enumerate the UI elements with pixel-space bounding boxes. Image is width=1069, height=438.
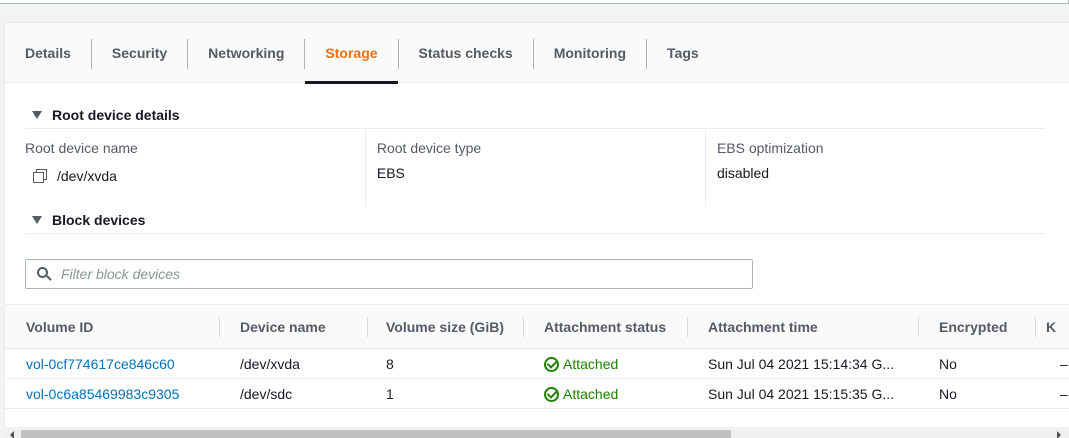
horizontal-scrollbar[interactable] xyxy=(5,427,1069,438)
ebs-optimization-field: EBS optimization disabled xyxy=(704,130,1045,206)
root-device-type-label: Root device type xyxy=(376,140,482,156)
root-device-details: Root device name /dev/xvda Root device t… xyxy=(25,130,1045,206)
tab-tags[interactable]: Tags xyxy=(647,23,719,83)
block-devices-section-header[interactable]: Block devices xyxy=(25,206,1045,234)
root-device-type-value: EBS xyxy=(376,165,405,181)
tab-networking[interactable]: Networking xyxy=(188,23,304,83)
search-icon xyxy=(37,267,52,281)
root-device-name-value: /dev/xvda xyxy=(57,168,117,184)
check-circle-icon xyxy=(544,356,559,372)
attachment-status-cell: Attached xyxy=(544,379,618,409)
tab-bar: Details Security Networking Storage Stat… xyxy=(5,23,1069,84)
encrypted-cell: No xyxy=(939,386,957,402)
column-header-device-name[interactable]: Device name xyxy=(240,305,326,349)
filter-input[interactable] xyxy=(61,266,721,282)
table-row: vol-0cf774617ce846c60 /dev/xvda 8 Attach… xyxy=(5,349,1069,379)
root-device-name-label: Root device name xyxy=(25,140,138,156)
tab-security[interactable]: Security xyxy=(92,23,187,83)
encrypted-cell: No xyxy=(939,356,957,372)
kms-cell: – xyxy=(1060,386,1068,402)
volume-id-link[interactable]: vol-0cf774617ce846c60 xyxy=(26,349,175,379)
root-device-section-header[interactable]: Root device details xyxy=(25,101,1045,129)
check-circle-icon xyxy=(544,386,559,402)
table-row: vol-0c6a85469983c9305 /dev/sdc 1 Attache… xyxy=(5,379,1069,409)
scroll-left-icon[interactable] xyxy=(10,431,14,438)
column-separator[interactable] xyxy=(523,317,524,337)
root-device-type-field: Root device type EBS xyxy=(364,130,705,206)
tab-details[interactable]: Details xyxy=(5,23,91,83)
column-header-volume-id[interactable]: Volume ID xyxy=(26,305,93,349)
column-separator[interactable] xyxy=(918,317,919,337)
root-device-section-title: Root device details xyxy=(52,106,180,123)
attachment-time-cell: Sun Jul 04 2021 15:14:34 G... xyxy=(708,356,895,372)
top-strip xyxy=(0,0,1069,4)
tab-monitoring[interactable]: Monitoring xyxy=(534,23,646,83)
ebs-optimization-label: EBS optimization xyxy=(716,140,824,156)
copy-icon[interactable] xyxy=(33,169,47,183)
attachment-time-cell: Sun Jul 04 2021 15:15:35 G... xyxy=(708,386,895,402)
instance-details-panel: Details Security Networking Storage Stat… xyxy=(4,22,1069,438)
scrollbar-thumb[interactable] xyxy=(21,430,731,438)
volume-id-link[interactable]: vol-0c6a85469983c9305 xyxy=(26,379,179,409)
caret-down-icon xyxy=(32,110,42,119)
column-header-volume-size[interactable]: Volume size (GiB) xyxy=(386,305,504,349)
attachment-status-text: Attached xyxy=(563,356,619,372)
attachment-status-cell: Attached xyxy=(544,349,618,379)
column-separator[interactable] xyxy=(1035,317,1036,337)
kms-cell: – xyxy=(1060,356,1068,372)
column-header-attachment-time[interactable]: Attachment time xyxy=(708,305,818,349)
tab-status-checks[interactable]: Status checks xyxy=(399,23,533,83)
attachment-status-text: Attached xyxy=(563,386,619,402)
root-device-name-field: Root device name /dev/xvda xyxy=(25,130,365,206)
column-separator[interactable] xyxy=(219,317,220,337)
column-separator[interactable] xyxy=(687,317,688,337)
block-devices-section-title: Block devices xyxy=(52,211,146,228)
column-separator[interactable] xyxy=(367,317,368,337)
column-header-attachment-status[interactable]: Attachment status xyxy=(544,305,666,349)
scroll-right-icon[interactable] xyxy=(1057,431,1061,438)
caret-down-icon xyxy=(32,215,42,224)
column-header-kms[interactable]: K xyxy=(1046,305,1056,349)
filter-block-devices[interactable] xyxy=(25,259,753,289)
volume-size-cell: 1 xyxy=(386,386,394,402)
device-name-cell: /dev/sdc xyxy=(240,386,293,402)
tab-storage[interactable]: Storage xyxy=(305,23,398,84)
volume-size-cell: 8 xyxy=(386,356,394,372)
column-header-encrypted[interactable]: Encrypted xyxy=(939,305,1007,349)
table-header: Volume ID Device name Volume size (GiB) … xyxy=(5,305,1069,349)
device-name-cell: /dev/xvda xyxy=(240,356,300,372)
block-devices-table: Volume ID Device name Volume size (GiB) … xyxy=(5,304,1069,438)
ebs-optimization-value: disabled xyxy=(716,165,770,181)
